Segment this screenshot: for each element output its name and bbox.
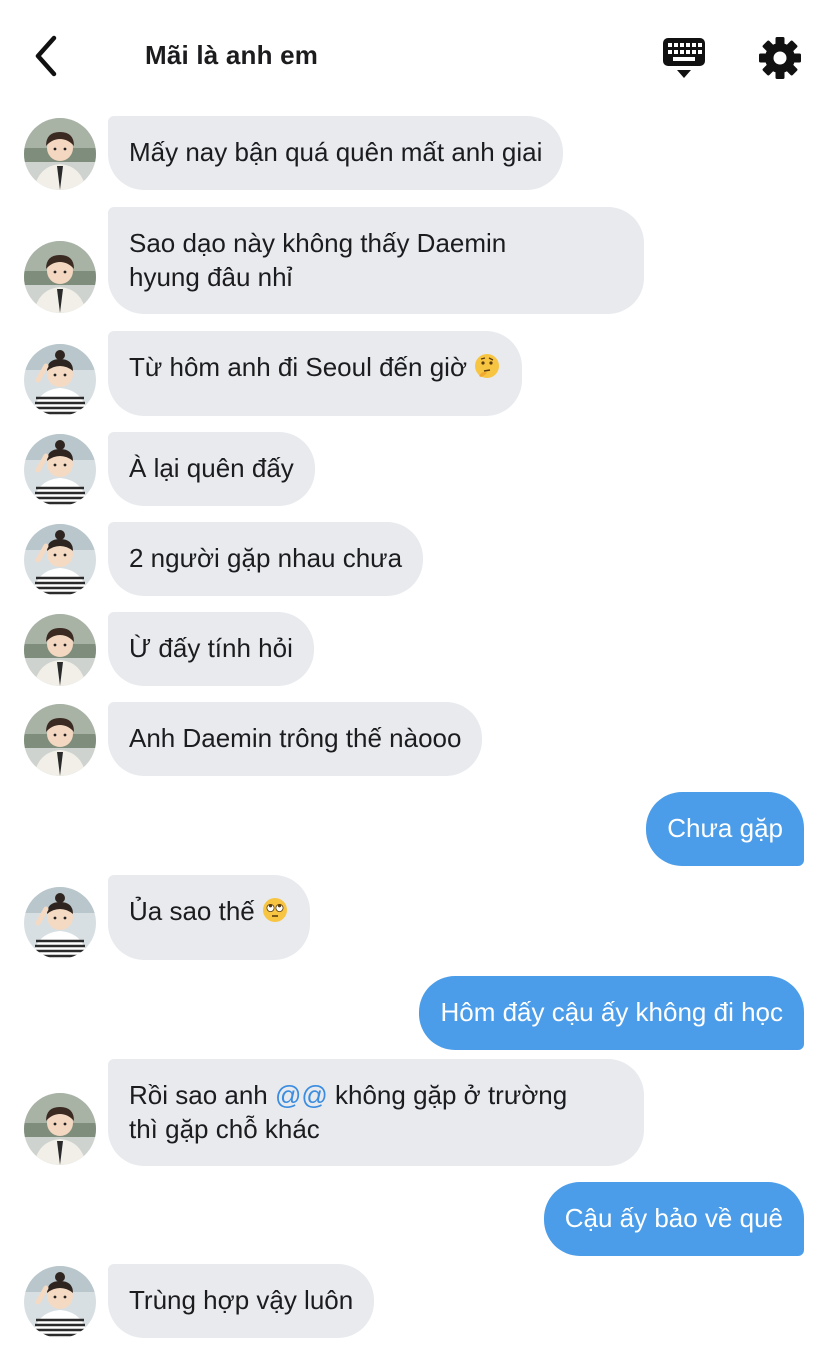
chevron-left-icon: [35, 35, 57, 77]
avatar[interactable]: [24, 887, 96, 959]
keyboard-button[interactable]: [660, 34, 708, 82]
avatar[interactable]: [24, 344, 96, 416]
message-bubble[interactable]: À lại quên đấy: [108, 432, 315, 506]
message-text: À lại quên đấy: [129, 453, 294, 483]
back-button[interactable]: [24, 32, 68, 80]
message-text: hyung đâu nhỉ: [129, 262, 293, 292]
message-bubble[interactable]: Ủa sao thế: [108, 875, 310, 960]
message-bubble[interactable]: Cậu ấy bảo về quê: [543, 1182, 804, 1256]
message-bubble[interactable]: Mấy nay bận quá quên mất anh giai: [108, 116, 564, 190]
message-text: Trùng hợp vậy luôn: [129, 1285, 354, 1315]
message-bubble[interactable]: Rồi sao anh @@ không gặp ở trường thì gặ…: [108, 1059, 644, 1166]
message-bubble[interactable]: Anh Daemin trông thế nàooo: [108, 702, 483, 776]
message-text: Anh Daemin trông thế nàooo: [129, 723, 462, 753]
message-text: Ủa sao thế: [129, 896, 255, 926]
message-text: Rồi sao anh: [129, 1080, 275, 1110]
avatar[interactable]: [24, 1266, 96, 1338]
message-bubble[interactable]: Sao dạo này không thấy Daemin hyung đâu …: [108, 207, 644, 314]
message-bubble[interactable]: 2 người gặp nhau chưa: [108, 522, 424, 596]
message-bubble[interactable]: Trùng hợp vậy luôn: [108, 1264, 375, 1338]
avatar[interactable]: [24, 434, 96, 506]
avatar[interactable]: [24, 1093, 96, 1165]
message-text: Hôm đấy cậu ấy không đi học: [440, 997, 783, 1027]
message-text: Ừ đấy tính hỏi: [129, 633, 293, 663]
chat-header: Mãi là anh em: [0, 0, 828, 110]
keyboard-icon: [663, 38, 705, 78]
settings-button[interactable]: [756, 34, 804, 82]
message-text: 2 người gặp nhau chưa: [129, 543, 403, 573]
message-text: Sao dạo này không thấy Daemin: [129, 228, 507, 258]
message-text: Cậu ấy bảo về quê: [564, 1203, 783, 1233]
message-text: Từ hôm anh đi Seoul đến giờ: [129, 352, 467, 382]
avatar[interactable]: [24, 241, 96, 313]
message-bubble[interactable]: Từ hôm anh đi Seoul đến giờ: [108, 331, 522, 416]
message-text: thì gặp chỗ khác: [129, 1114, 320, 1144]
message-bubble[interactable]: Ừ đấy tính hỏi: [108, 612, 314, 686]
chat-title: Mãi là anh em: [145, 40, 319, 70]
message-bubble[interactable]: Chưa gặp: [646, 792, 804, 866]
avatar[interactable]: [24, 614, 96, 686]
avatar[interactable]: [24, 524, 96, 596]
rolling-eyes-face-icon: [262, 898, 287, 922]
gear-icon: [759, 37, 801, 79]
avatar[interactable]: [24, 118, 96, 190]
message-text: Chưa gặp: [667, 813, 783, 843]
message-text: Mấy nay bận quá quên mất anh giai: [129, 137, 543, 167]
message-text: không gặp ở trường: [327, 1080, 568, 1110]
mention-link[interactable]: @@: [275, 1080, 328, 1110]
message-bubble[interactable]: Hôm đấy cậu ấy không đi học: [419, 976, 804, 1050]
avatar[interactable]: [24, 704, 96, 776]
thinking-face-icon: [475, 354, 499, 378]
